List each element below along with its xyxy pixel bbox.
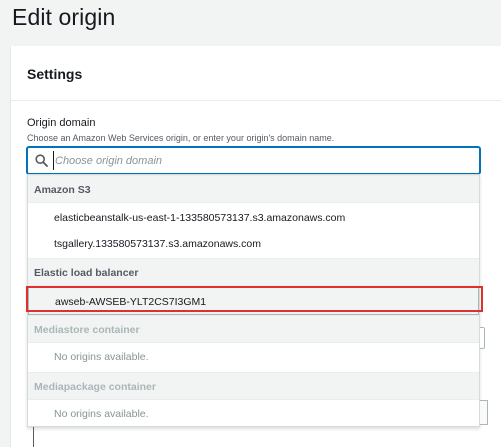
group-header-amazon-s3: Amazon S3 bbox=[28, 175, 479, 203]
origin-domain-dropdown: Amazon S3 elasticbeanstalk-us-east-1-133… bbox=[27, 174, 480, 427]
group-header-mediastore-container: Mediastore container bbox=[28, 315, 479, 343]
background-field-edge bbox=[480, 400, 488, 425]
group-header-elastic-load-balancer: Elastic load balancer bbox=[28, 258, 479, 286]
origin-domain-search[interactable] bbox=[27, 147, 480, 174]
option-tsgallery-bucket[interactable]: tsgallery.133580573137.s3.amazonaws.com bbox=[28, 230, 479, 258]
page-title: Edit origin bbox=[12, 4, 116, 30]
settings-heading: Settings bbox=[27, 66, 83, 82]
option-awseb-load-balancer[interactable]: awseb-AWSEB-YLT2CS7I3GM1 bbox=[28, 287, 479, 315]
option-mediastore-empty: No origins available. bbox=[54, 351, 149, 363]
group-header-mediapackage-container: Mediapackage container bbox=[28, 372, 479, 400]
option-elasticbeanstalk-bucket[interactable]: elasticbeanstalk-us-east-1-133580573137.… bbox=[28, 204, 479, 232]
background-field-edge bbox=[480, 327, 485, 349]
origin-domain-label: Origin domain bbox=[27, 117, 96, 129]
origin-domain-description: Choose an Amazon Web Services origin, or… bbox=[27, 133, 335, 143]
search-icon bbox=[35, 154, 48, 167]
origin-domain-input[interactable] bbox=[53, 151, 473, 170]
settings-panel-header: Settings bbox=[11, 46, 501, 101]
option-mediapackage-empty: No origins available. bbox=[54, 408, 149, 420]
background-field-edge bbox=[33, 427, 34, 447]
